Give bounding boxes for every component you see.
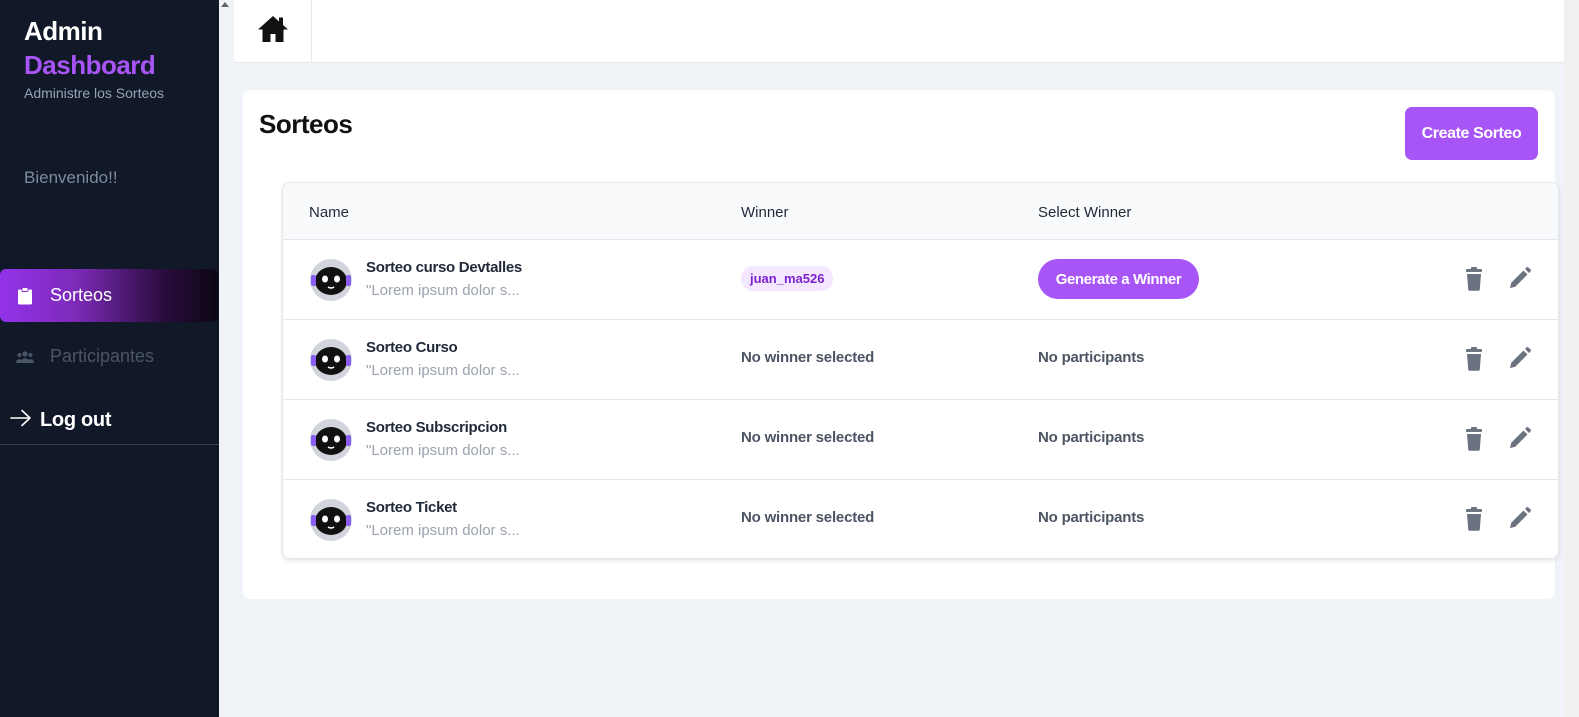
sorteo-name: Sorteo Ticket — [366, 499, 457, 516]
pencil-icon[interactable] — [1507, 347, 1531, 371]
sorteo-description: "Lorem ipsum dolor s... — [366, 362, 520, 379]
robot-avatar-icon — [309, 338, 353, 382]
column-header-select-winner: Select Winner — [1038, 204, 1132, 221]
create-sorteo-button[interactable]: Create Sorteo — [1405, 107, 1538, 160]
brand-dashboard: Dashboard — [24, 50, 156, 80]
sidebar-item-label: Sorteos — [50, 285, 113, 305]
scrollbar[interactable] — [1564, 0, 1579, 717]
trash-icon[interactable] — [1463, 347, 1485, 371]
table-row: Sorteo Subscripcion "Lorem ipsum dolor s… — [283, 400, 1558, 480]
winner-text: No winner selected — [741, 349, 875, 366]
select-winner-text: No participants — [1038, 349, 1145, 366]
scroll-up-arrow[interactable] — [221, 2, 229, 7]
winner-badge: juan_ma526 — [741, 266, 834, 291]
table-row: Sorteo Curso "Lorem ipsum dolor s... No … — [283, 320, 1558, 400]
page-title: Sorteos — [259, 109, 353, 139]
sidebar: Admin Dashboard Administre los Sorteos B… — [0, 0, 219, 717]
welcome-text: Bienvenido!! — [24, 168, 118, 187]
robot-avatar-icon — [309, 258, 353, 302]
winner-text: No winner selected — [741, 429, 875, 446]
sorteo-name: Sorteo Subscripcion — [366, 419, 507, 436]
sidebar-item-participantes[interactable]: Participantes — [0, 330, 219, 383]
sorteo-name-cell: Sorteo Ticket "Lorem ipsum dolor s... — [366, 499, 520, 539]
clipboard-icon — [16, 286, 34, 305]
trash-icon[interactable] — [1463, 427, 1485, 451]
generate-winner-button[interactable]: Generate a Winner — [1038, 259, 1199, 299]
sorteos-card: Sorteos Create Sorteo Name Winner Select… — [243, 90, 1559, 599]
pencil-icon[interactable] — [1507, 427, 1531, 451]
table-row: Sorteo curso Devtalles "Lorem ipsum dolo… — [283, 240, 1558, 320]
sorteo-description: "Lorem ipsum dolor s... — [366, 522, 520, 539]
logout-button[interactable]: Log out — [0, 396, 219, 445]
table-row: Sorteo Ticket "Lorem ipsum dolor s... No… — [283, 480, 1558, 558]
sorteo-name-cell: Sorteo curso Devtalles "Lorem ipsum dolo… — [366, 259, 522, 299]
sorteo-name: Sorteo curso Devtalles — [366, 259, 522, 276]
brand-subtitle: Administre los Sorteos — [24, 85, 165, 101]
select-winner-text: No participants — [1038, 429, 1145, 446]
select-winner-text: No participants — [1038, 509, 1145, 526]
sidebar-item-sorteos[interactable]: Sorteos — [0, 269, 218, 322]
home-button[interactable] — [234, 0, 312, 63]
robot-avatar-icon — [309, 418, 353, 462]
column-header-winner: Winner — [741, 204, 789, 221]
sorteo-name: Sorteo Curso — [366, 339, 458, 356]
trash-icon[interactable] — [1463, 267, 1485, 291]
sorteos-table: Name Winner Select Winner Sorteo curso D… — [282, 182, 1559, 559]
pencil-icon[interactable] — [1507, 507, 1531, 531]
brand: Admin Dashboard Administre los Sorteos — [24, 14, 164, 101]
users-icon — [16, 348, 34, 366]
arrow-right-icon — [10, 409, 32, 432]
trash-icon[interactable] — [1463, 507, 1485, 531]
topbar — [234, 0, 1564, 63]
sorteo-description: "Lorem ipsum dolor s... — [366, 282, 520, 299]
robot-avatar-icon — [309, 498, 353, 542]
table-header: Name Winner Select Winner — [283, 183, 1558, 240]
sidebar-item-label: Participantes — [50, 346, 155, 366]
logout-label: Log out — [40, 408, 112, 431]
sorteo-name-cell: Sorteo Subscripcion "Lorem ipsum dolor s… — [366, 419, 520, 459]
brand-admin: Admin — [24, 16, 103, 46]
winner-text: No winner selected — [741, 509, 875, 526]
pencil-icon[interactable] — [1507, 267, 1531, 291]
home-icon — [256, 14, 290, 49]
sorteo-name-cell: Sorteo Curso "Lorem ipsum dolor s... — [366, 339, 520, 379]
sorteo-description: "Lorem ipsum dolor s... — [366, 442, 520, 459]
column-header-name: Name — [309, 204, 350, 221]
